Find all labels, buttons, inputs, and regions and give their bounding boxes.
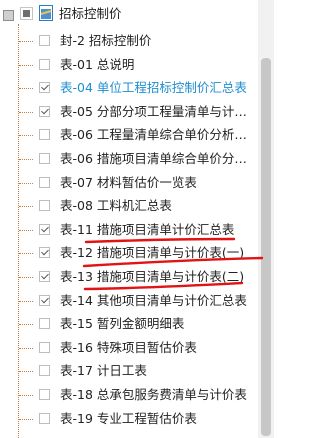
checkmark-icon [41, 248, 49, 256]
tree-branch-line [19, 253, 33, 255]
item-checkbox[interactable] [39, 35, 50, 46]
item-checkbox[interactable] [39, 365, 50, 377]
checkmark-icon [41, 106, 49, 115]
tree-item-label: 表-06 措施项目清单综合单价分… [60, 151, 247, 166]
report-tree: 招标控制价 封-2 招标控制价 表-01 总说明表-04 单位工程招标控制价汇总表… [0, 0, 258, 438]
tree-item-label: 表-04 单位工程招标控制价汇总表 [60, 80, 247, 96]
tree-branch-line [19, 135, 33, 137]
scrollbar-thumb[interactable] [261, 58, 271, 436]
tree-item-label: 表-19 专业工程暂估价表 [60, 410, 197, 426]
tree-item-label: 表-12 措施项目清单与计价表(一) [60, 245, 245, 261]
root-partial-checkbox[interactable] [20, 7, 33, 20]
item-checkbox[interactable] [39, 82, 50, 94]
item-checkbox[interactable] [39, 223, 50, 235]
tree-branch-line [19, 41, 33, 42]
tree-item-label: 表-05 分部分项工程量清单与计… [60, 103, 247, 119]
tree-branch-line [19, 300, 33, 302]
tree-connector-line [18, 24, 19, 438]
tree-branch-line [19, 418, 33, 420]
item-checkbox[interactable] [39, 176, 50, 188]
checkmark-icon [41, 295, 49, 303]
item-checkbox[interactable] [39, 318, 50, 330]
tree-root-label: 招标控制价 [59, 6, 122, 21]
item-checkbox[interactable] [39, 129, 50, 141]
checkmark-icon [41, 224, 49, 233]
tree-branch-line [19, 88, 33, 90]
tree-item-label: 表-18 总承包服务费清单与计价表 [60, 387, 247, 402]
tree-item-label: 表-15 暂列金额明细表 [60, 316, 185, 332]
item-checkbox[interactable] [39, 271, 50, 282]
tree-item-label: 封-2 招标控制价 [60, 33, 152, 48]
collapse-toggle-icon[interactable] [3, 10, 14, 21]
tree-item-label: 表-08 工料机汇总表 [60, 198, 172, 214]
tree-item-label: 表-11 措施项目清单计价汇总表 [60, 221, 235, 237]
tree-branch-line [19, 111, 33, 113]
item-checkbox[interactable] [39, 58, 50, 70]
tree-branch-line [19, 324, 33, 326]
tree-item-label: 表-13 措施项目清单与计价表(二) [60, 269, 245, 284]
item-checkbox[interactable] [39, 105, 50, 117]
tree-item-label: 表-16 特殊项目暂估价表 [60, 339, 197, 355]
item-checkbox[interactable] [39, 341, 50, 353]
tree-branch-line [19, 159, 33, 160]
tree-item-label: 表-06 工程量清单综合单价分析… [60, 127, 247, 143]
tree-branch-line [19, 277, 33, 278]
tree-branch-line [19, 395, 33, 396]
tree-item-label: 表-07 材料暂估价一览表 [60, 174, 197, 190]
tree-item-label: 表-14 其他项目清单与计价汇总表 [60, 292, 247, 308]
checkmark-icon [41, 82, 49, 91]
item-checkbox[interactable] [39, 247, 50, 259]
tree-branch-line [19, 64, 33, 66]
tree-branch-line [19, 347, 33, 349]
item-checkbox[interactable] [39, 294, 50, 306]
tree-branch-line [19, 206, 33, 208]
item-checkbox[interactable] [39, 389, 50, 400]
tree-item-label: 表-01 总说明 [60, 56, 135, 72]
vertical-scrollbar[interactable] [258, 0, 274, 438]
tree-branch-line [19, 229, 33, 231]
item-checkbox[interactable] [39, 200, 50, 212]
tree-branch-line [19, 371, 33, 373]
checkmark-icon [41, 271, 49, 280]
folder-icon [39, 5, 53, 21]
item-checkbox[interactable] [39, 412, 50, 424]
tree-branch-line [19, 182, 33, 184]
tree-item-label: 表-17 计日工表 [60, 363, 147, 379]
item-checkbox[interactable] [39, 153, 50, 164]
